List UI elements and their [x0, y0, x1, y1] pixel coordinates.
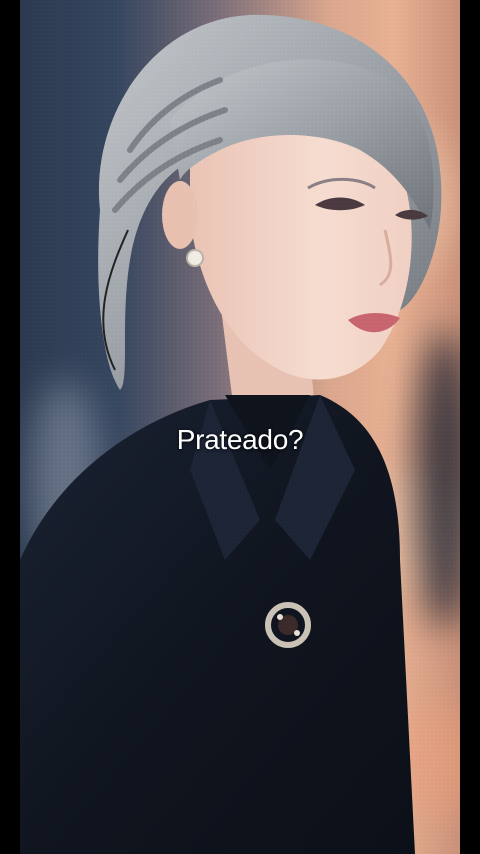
video-frame[interactable]: Prateado?	[0, 0, 480, 854]
video-caption: Prateado?	[176, 424, 304, 455]
